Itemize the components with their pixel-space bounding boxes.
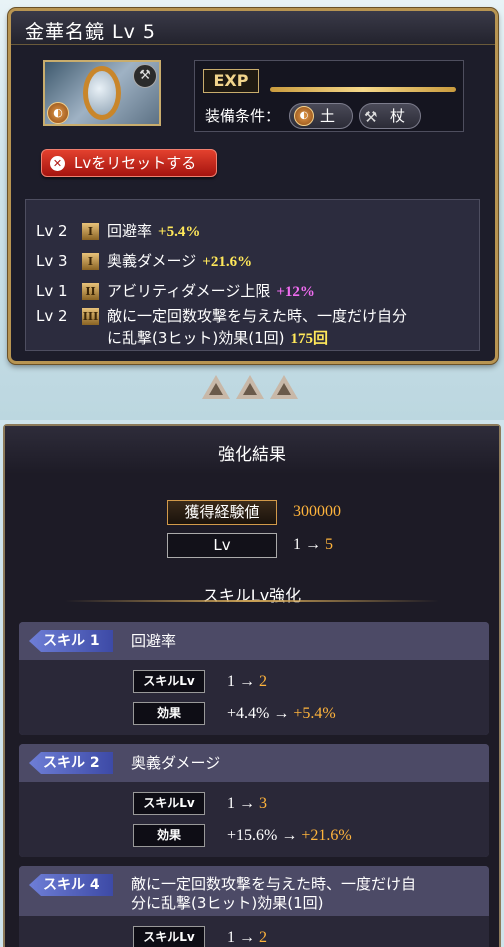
lv-from: 1 → <box>227 929 255 946</box>
card-body <box>19 782 489 857</box>
triangle-icon <box>236 375 264 399</box>
effect-from: +15.6% → <box>227 827 298 844</box>
skill-lv-label: スキルLv <box>133 670 205 693</box>
skill-name: に乱撃(3ヒット)効果(1回) <box>107 329 285 347</box>
effect-change: +4.4% → +5.4% <box>227 705 336 723</box>
tier-badge: I <box>82 253 99 270</box>
section-title: スキルLv強化 <box>202 586 302 605</box>
result-header: 強化結果 <box>5 426 499 474</box>
tier-badge: III <box>82 308 99 325</box>
enhance-result-panel: 強化結果 獲得経験値 300000 Lv 1 → 5 スキルLv強化 スキル 1… <box>3 424 501 947</box>
skill-level: Lv 3 <box>36 252 68 270</box>
skill-level: Lv 2 <box>36 222 68 240</box>
weapon-label: 杖 <box>390 107 406 125</box>
skill-value: +5.4% <box>158 224 201 240</box>
lv-to: 2 <box>259 673 267 690</box>
close-icon: ✕ <box>50 156 65 171</box>
reset-label: Lvをリセットする <box>74 154 197 172</box>
skill-lv-change: 1 → 2 <box>227 929 267 947</box>
exp-bar <box>270 87 456 92</box>
skill-name: 回避率 <box>107 222 153 240</box>
skill-name: 回避率 <box>131 632 177 650</box>
skill-lv-label: スキルLv <box>133 792 205 815</box>
skill-name-line2: 分に乱撃(3ヒット)効果(1回) <box>131 894 324 912</box>
skill-row-cont: に乱撃(3ヒット)効果(1回) 175回 <box>107 327 328 348</box>
tier-badge: II <box>82 283 99 300</box>
skill-name-line1: 敵に一定回数攻撃を与えた時、一度だけ自 <box>131 875 417 893</box>
skill-row: Lv 3 I 奥義ダメージ +21.6% <box>36 250 252 271</box>
lv-from: 1 → <box>227 795 255 812</box>
skill-tag: スキル 2 <box>29 752 113 774</box>
skill-row: Lv 1 II アビリティダメージ上限 +12% <box>36 280 315 301</box>
title-bar: 金華名鏡 Lv 5 <box>11 11 495 45</box>
skill-tag: スキル 4 <box>29 874 113 896</box>
lv-change: 1 → 5 <box>293 536 333 554</box>
skill-result-card: スキル 2 奥義ダメージ スキルLv 1 → 3 効果 +15.6% → +21… <box>19 744 489 857</box>
lv-from: 1 → <box>227 673 255 690</box>
skill-list: Lv 2 I 回避率 +5.4% Lv 3 I 奥義ダメージ +21.6% Lv 1 II アビ… <box>25 199 480 351</box>
result-title: 強化結果 <box>218 445 286 465</box>
element-requirement: ◐ 土 <box>289 103 353 129</box>
exp-label: EXP <box>203 69 259 93</box>
effect-from: +4.4% → <box>227 705 290 722</box>
mirror-image <box>83 66 121 120</box>
skill-name: 奥義ダメージ <box>131 754 221 772</box>
effect-label: 効果 <box>133 702 205 725</box>
tier-badge: I <box>82 223 99 240</box>
skill-name: 敵に一定回数攻撃を与えた時、一度だけ自 分に乱撃(3ヒット)効果(1回) <box>131 875 416 913</box>
skill-value: 175回 <box>290 331 329 347</box>
skill-level: Lv 1 <box>36 282 68 300</box>
lv-to: 2 <box>259 929 267 946</box>
skill-lv-change: 1 → 3 <box>227 795 267 813</box>
item-title: 金華名鏡 Lv 5 <box>25 21 156 43</box>
section-divider <box>65 600 439 602</box>
skill-name: アビリティダメージ上限 <box>107 282 271 300</box>
exp-gained-value: 300000 <box>293 503 341 520</box>
skill-tag: スキル 1 <box>29 630 113 652</box>
reset-level-button[interactable]: ✕ Lvをリセットする <box>41 149 217 177</box>
staff-icon: ⚒ <box>133 64 157 88</box>
skill-value: +21.6% <box>202 254 253 270</box>
lv-to: 5 <box>325 536 333 553</box>
effect-to: +21.6% <box>301 827 352 844</box>
arrow-indicator <box>202 375 302 403</box>
skill-lv-label: スキルLv <box>133 926 205 947</box>
exp-box: EXP 装備条件： ◐ 土 ⚒ 杖 <box>194 60 464 132</box>
triangle-icon <box>202 375 230 399</box>
skill-result-card: スキル 1 回避率 スキルLv 1 → 2 効果 +4.4% → +5.4% <box>19 622 489 735</box>
earth-element-icon: ◐ <box>47 102 69 124</box>
skill-value: +12% <box>276 284 315 300</box>
lv-label: Lv <box>167 533 277 558</box>
skill-result-card: スキル 4 敵に一定回数攻撃を与えた時、一度だけ自 分に乱撃(3ヒット)効果(1回… <box>19 866 489 947</box>
effect-label: 効果 <box>133 824 205 847</box>
skill-name: 敵に一定回数攻撃を与えた時、一度だけ自分 <box>107 307 408 325</box>
skill-row: Lv 2 I 回避率 +5.4% <box>36 220 200 241</box>
lv-from: 1 → <box>293 536 321 553</box>
card-body <box>19 660 489 735</box>
item-thumbnail: ◐ ⚒ <box>43 60 161 126</box>
skill-lv-change: 1 → 2 <box>227 673 267 691</box>
weapon-requirement: ⚒ 杖 <box>359 103 421 129</box>
skill-row: Lv 2 III 敵に一定回数攻撃を与えた時、一度だけ自分 <box>36 305 407 326</box>
earth-element-icon: ◐ <box>294 106 314 126</box>
skill-name: 奥義ダメージ <box>107 252 197 270</box>
skill-level: Lv 2 <box>36 307 68 325</box>
lv-to: 3 <box>259 795 267 812</box>
effect-change: +15.6% → +21.6% <box>227 827 352 845</box>
exp-gained-label: 獲得経験値 <box>167 500 277 525</box>
element-label: 土 <box>320 107 336 125</box>
triangle-icon <box>270 375 298 399</box>
effect-to: +5.4% <box>293 705 336 722</box>
item-detail-panel: 金華名鏡 Lv 5 ◐ ⚒ EXP 装備条件： ◐ 土 ⚒ 杖 ✕ Lvをリセッ… <box>8 8 498 364</box>
equip-condition-label: 装備条件： <box>205 107 281 125</box>
staff-icon: ⚒ <box>364 108 378 126</box>
